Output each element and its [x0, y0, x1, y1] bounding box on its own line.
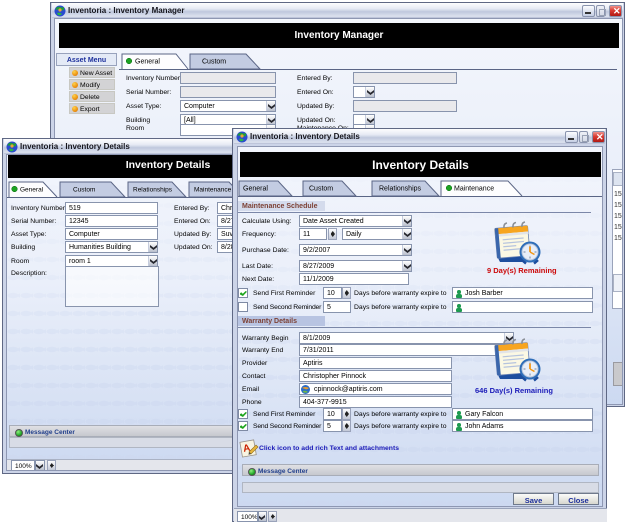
svg-text:Maintenance: Maintenance — [454, 186, 494, 193]
svg-text:Maintenance: Maintenance — [194, 187, 232, 194]
svg-text:Relationships: Relationships — [379, 186, 422, 193]
svg-text:Custom: Custom — [202, 59, 226, 66]
svg-text:General: General — [243, 186, 268, 193]
svg-text:General: General — [135, 59, 160, 66]
svg-text:Custom: Custom — [309, 186, 333, 193]
svg-text:Relationships: Relationships — [133, 187, 173, 194]
svg-text:Custom: Custom — [73, 187, 95, 194]
svg-text:General: General — [20, 187, 44, 194]
